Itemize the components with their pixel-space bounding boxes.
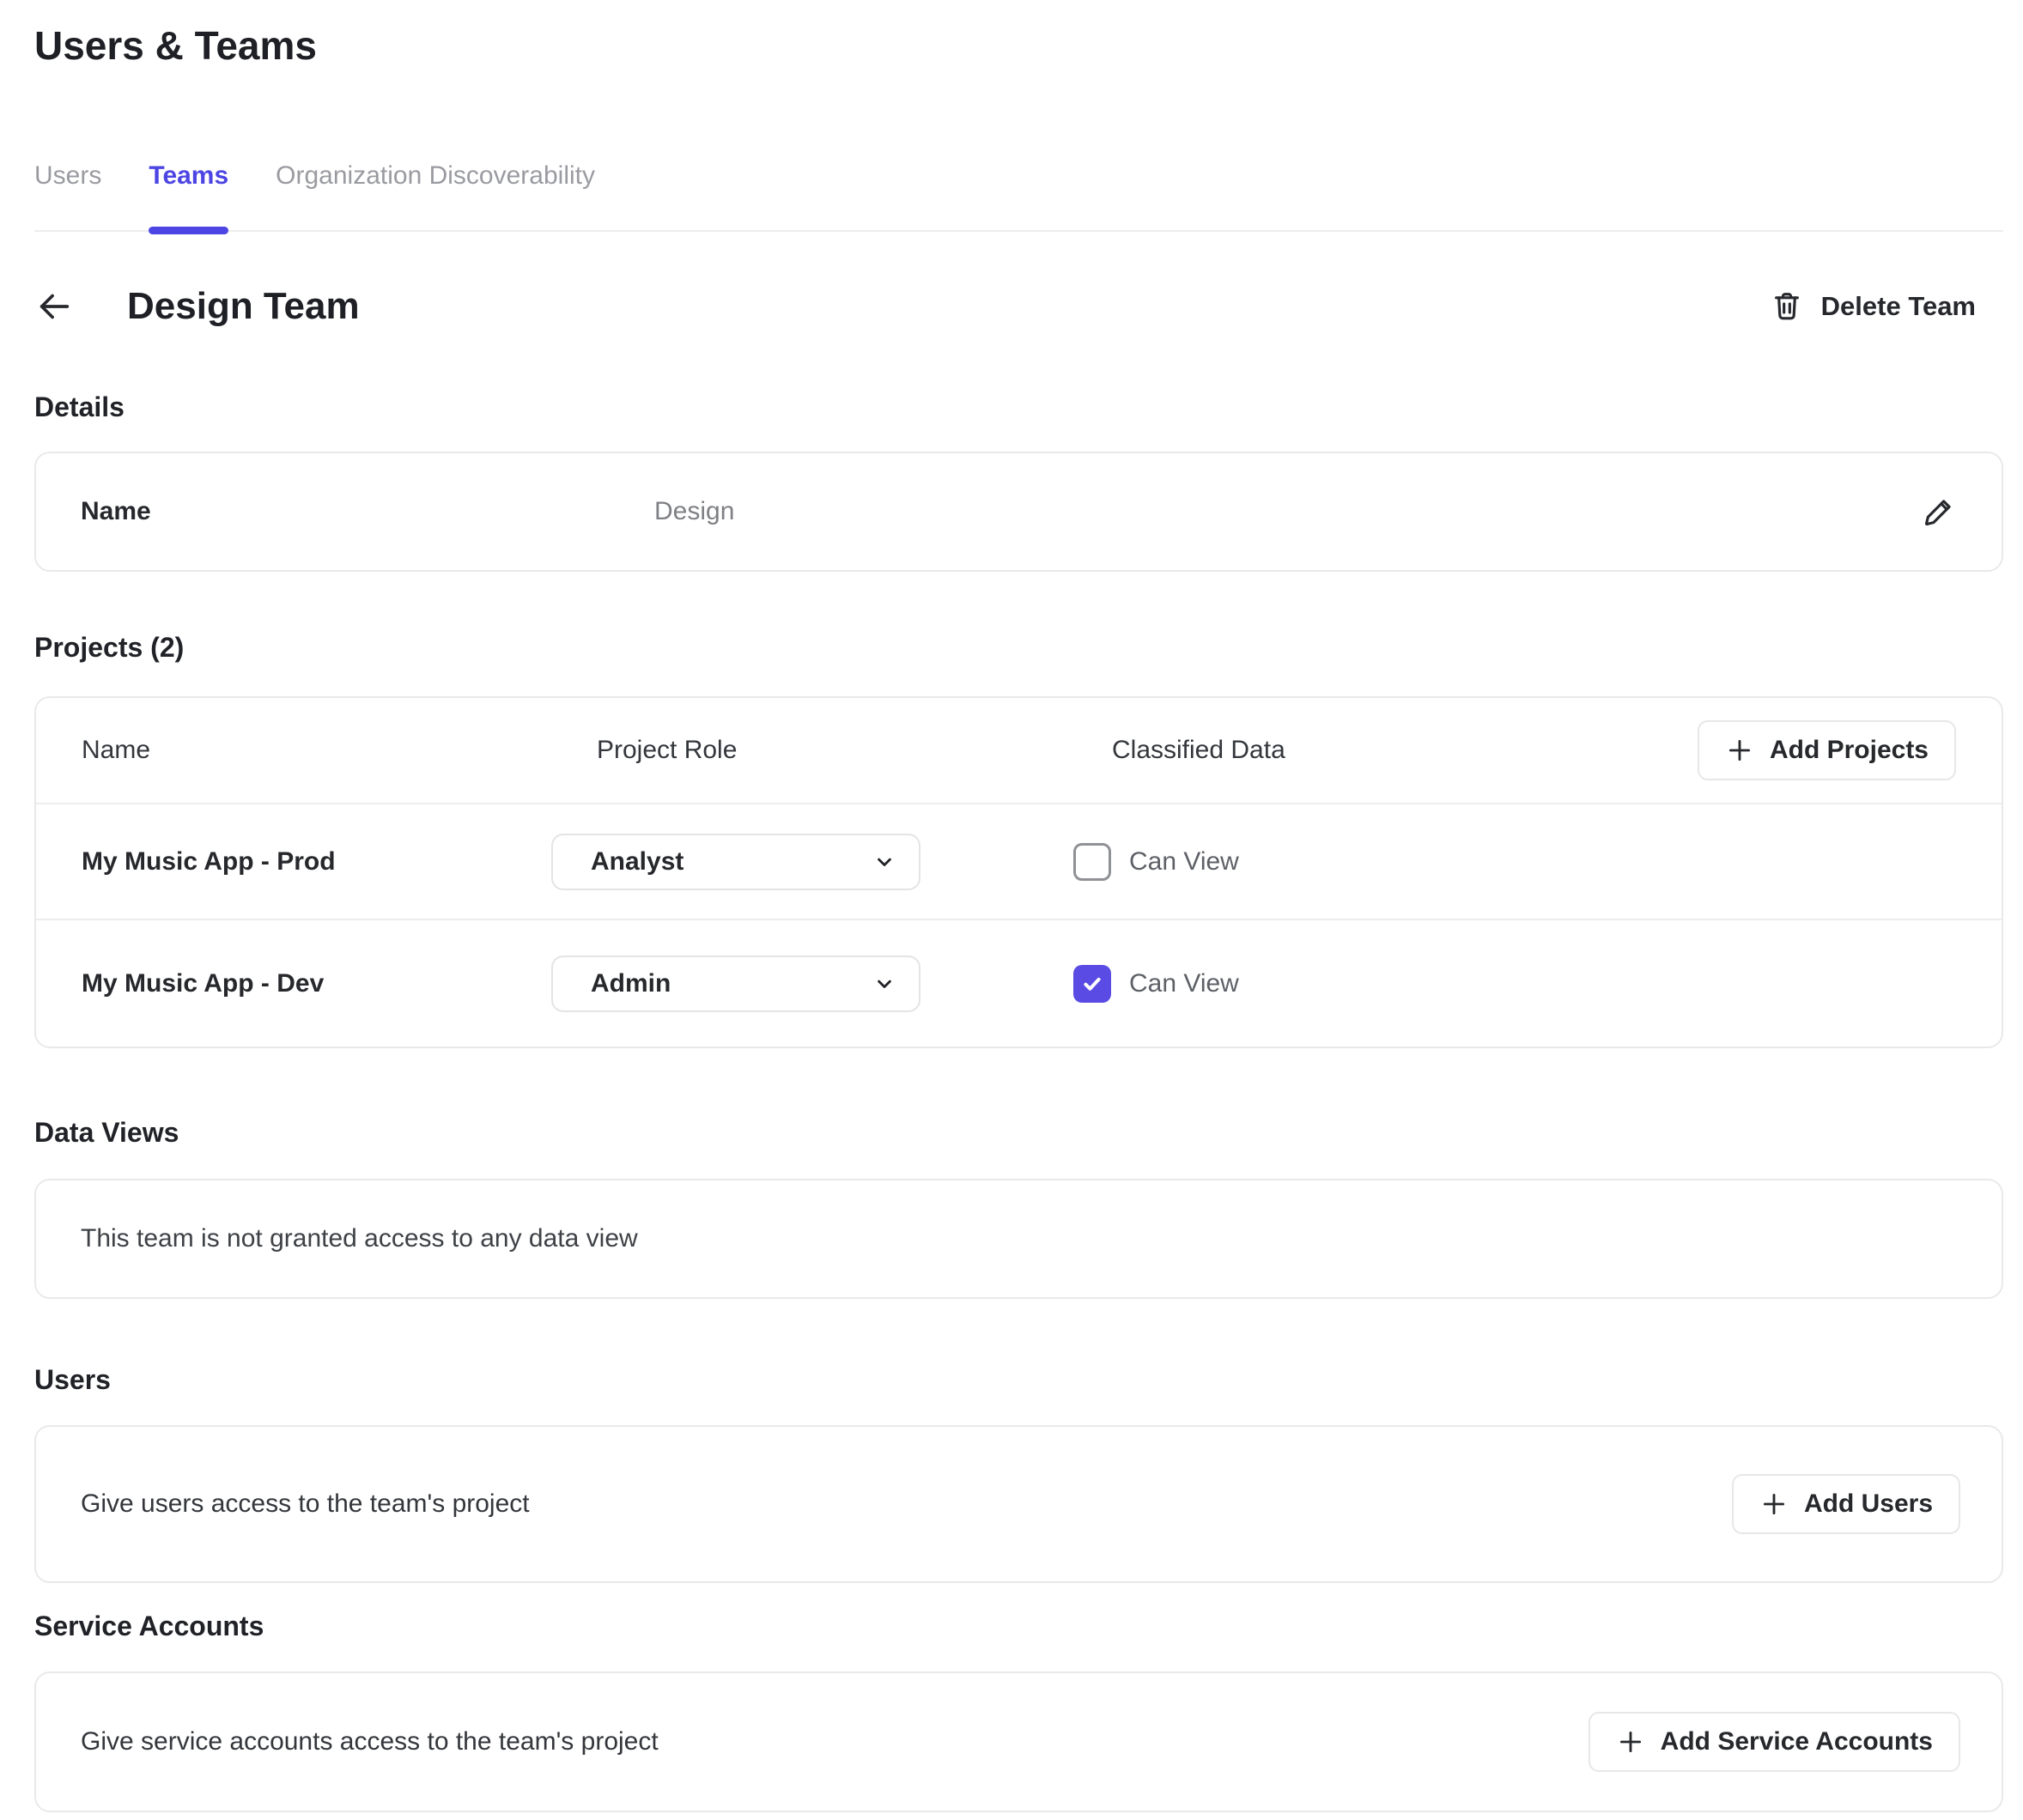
tab-users[interactable]: Users [34,161,101,230]
tab-organization-discoverability[interactable]: Organization Discoverability [276,161,595,230]
can-view-label: Can View [1129,969,1239,998]
service-accounts-heading: Service Accounts [34,1611,2003,1642]
check-icon [1080,972,1104,996]
project-name: My Music App - Dev [82,969,324,998]
chevron-down-icon [872,850,896,874]
details-name-value: Design [654,497,1921,526]
add-projects-button[interactable]: Add Projects [1698,720,1956,780]
add-projects-label: Add Projects [1770,736,1929,765]
column-header-name: Name [82,736,150,764]
column-header-classified-data: Classified Data [1073,736,1285,765]
details-card: Name Design [34,452,2003,572]
can-view-checkbox[interactable] [1073,965,1111,1003]
data-views-heading: Data Views [34,1117,2003,1149]
delete-team-button[interactable]: Delete Team [1770,289,1976,324]
pencil-icon [1921,494,1957,530]
service-accounts-card: Give service accounts access to the team… [34,1671,2003,1812]
tab-teams[interactable]: Teams [149,161,228,230]
arrow-left-icon [34,287,74,326]
plus-icon [1759,1489,1789,1519]
project-role-value: Admin [591,969,671,998]
back-button[interactable] [34,287,74,326]
users-heading: Users [34,1364,2003,1396]
delete-team-label: Delete Team [1821,291,1976,322]
details-heading: Details [34,391,2003,423]
page-title: Users & Teams [34,22,2003,69]
project-role-select[interactable]: Admin [551,956,920,1012]
can-view-label: Can View [1129,847,1239,877]
details-name-label: Name [81,497,654,526]
column-header-project-role: Project Role [551,736,737,765]
can-view-checkbox[interactable] [1073,843,1111,881]
chevron-down-icon [872,972,896,996]
project-row: My Music App - Prod Analyst Can View [36,804,2002,920]
trash-icon [1770,289,1804,324]
project-name: My Music App - Prod [82,847,336,876]
users-description: Give users access to the team's project [81,1489,530,1519]
add-users-label: Add Users [1804,1489,1933,1519]
project-role-select[interactable]: Analyst [551,834,920,890]
add-users-button[interactable]: Add Users [1732,1474,1960,1534]
team-title: Design Team [127,285,360,328]
service-accounts-description: Give service accounts access to the team… [81,1727,659,1756]
project-role-value: Analyst [591,847,683,877]
add-service-accounts-button[interactable]: Add Service Accounts [1589,1712,1960,1772]
project-row: My Music App - Dev Admin Can View [36,920,2002,1046]
projects-table-header: Name Project Role Classified Data Add Pr… [36,698,2002,804]
data-views-empty-text: This team is not granted access to any d… [81,1224,638,1253]
plus-icon [1725,736,1754,765]
edit-name-button[interactable] [1921,494,1957,530]
projects-table: Name Project Role Classified Data Add Pr… [34,696,2003,1048]
tab-bar: Users Teams Organization Discoverability [34,161,2003,232]
data-views-card: This team is not granted access to any d… [34,1179,2003,1299]
projects-heading: Projects (2) [34,632,2003,664]
add-service-accounts-label: Add Service Accounts [1661,1727,1933,1756]
plus-icon [1616,1727,1645,1756]
users-card: Give users access to the team's project … [34,1425,2003,1583]
team-header: Design Team Delete Team [34,285,2003,328]
